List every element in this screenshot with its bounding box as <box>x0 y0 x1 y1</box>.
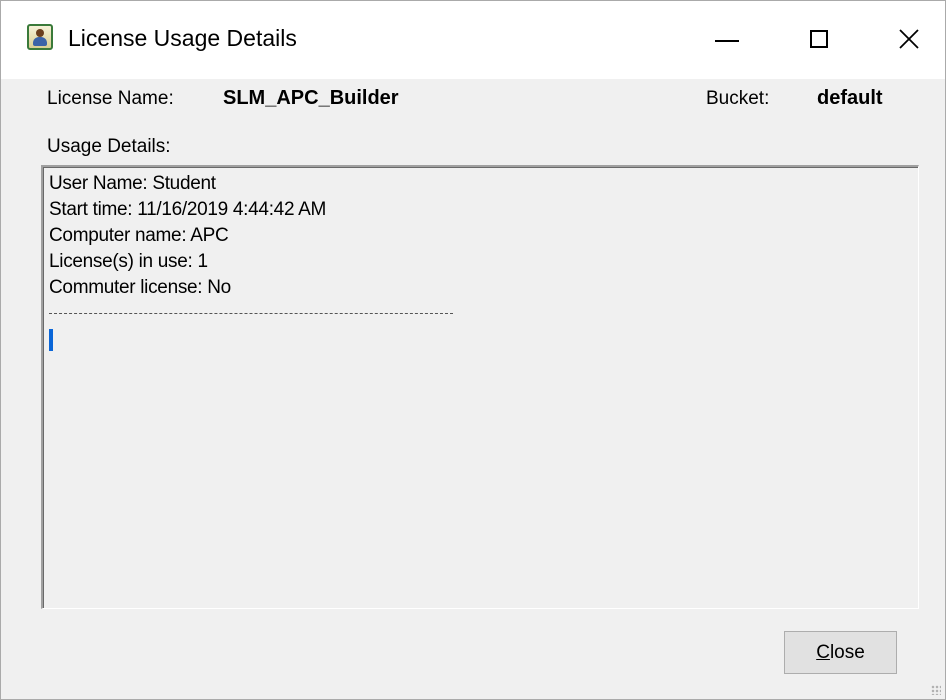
usage-details-textbox[interactable]: User Name: Student Start time: 11/16/201… <box>41 165 919 609</box>
app-user-icon <box>27 24 53 50</box>
close-button-mnemonic: C <box>816 641 830 663</box>
text-caret <box>49 329 53 351</box>
close-icon <box>899 29 919 49</box>
resize-grip[interactable] <box>931 685 941 695</box>
license-usage-dialog: License Usage Details License Name: SLM_… <box>0 0 946 700</box>
usage-line-computer-name: Computer name: APC <box>49 225 229 246</box>
usage-line-user-name: User Name: Student <box>49 173 216 194</box>
minimize-button[interactable] <box>681 9 773 69</box>
minimize-icon <box>715 40 739 42</box>
license-name-label: License Name: <box>47 88 174 109</box>
dashed-separator <box>49 313 453 314</box>
close-window-button[interactable] <box>863 9 946 69</box>
bucket-value: default <box>817 87 883 109</box>
bucket-label: Bucket: <box>706 88 770 109</box>
usage-details-label: Usage Details: <box>47 136 171 157</box>
maximize-button[interactable] <box>773 9 865 69</box>
close-button[interactable]: Close <box>784 631 897 674</box>
close-button-label: lose <box>829 641 865 663</box>
license-name-value: SLM_APC_Builder <box>223 87 399 109</box>
title-bar[interactable]: License Usage Details <box>1 1 945 79</box>
maximize-icon <box>810 30 828 48</box>
usage-line-commuter-license: Commuter license: No <box>49 277 231 298</box>
usage-line-licenses-in-use: License(s) in use: 1 <box>49 251 208 272</box>
window-title: License Usage Details <box>68 25 297 51</box>
usage-line-start-time: Start time: 11/16/2019 4:44:42 AM <box>49 199 327 220</box>
